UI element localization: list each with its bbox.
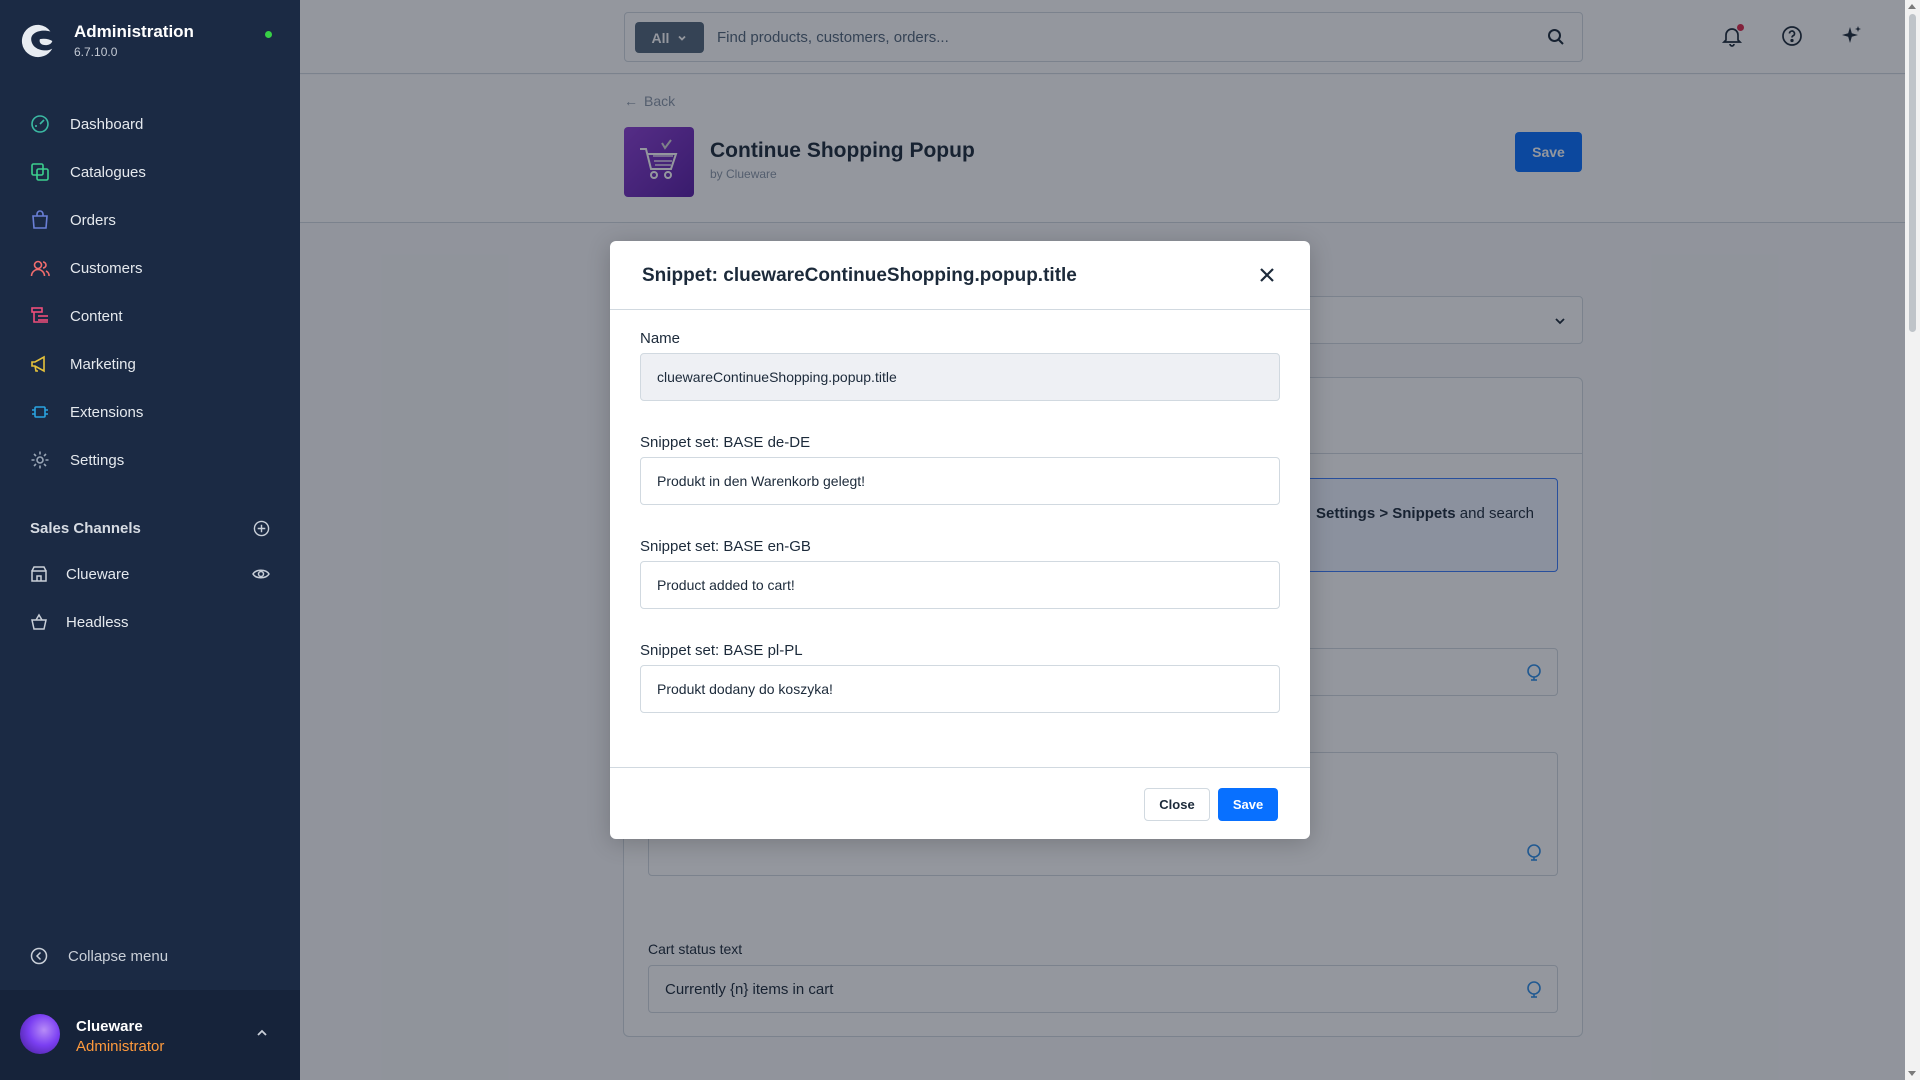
avatar — [20, 1014, 60, 1054]
sales-channels-title: Sales Channels — [30, 520, 141, 537]
sidebar-item-customers[interactable]: Customers — [0, 244, 300, 292]
name-label: Name — [640, 330, 681, 347]
eye-icon[interactable] — [252, 565, 270, 583]
close-icon[interactable] — [1258, 266, 1276, 284]
sidebar-item-dashboard[interactable]: Dashboard — [0, 100, 300, 148]
collapse-menu-button[interactable]: Collapse menu — [30, 947, 168, 965]
sidebar: Administration 6.7.10.0 Dashboard Catalo… — [0, 0, 300, 1080]
content-icon — [30, 306, 50, 326]
app-title: Administration — [74, 22, 194, 41]
user-name: Clueware — [76, 1018, 143, 1035]
scrollbar-thumb[interactable] — [1909, 14, 1916, 332]
catalogues-icon — [30, 162, 50, 182]
snippet-en-field[interactable] — [640, 561, 1280, 609]
scroll-down-arrow[interactable] — [1908, 1071, 1916, 1076]
collapse-menu-label: Collapse menu — [68, 947, 169, 965]
sales-channel-item-clueware[interactable]: Clueware — [0, 550, 300, 598]
add-sales-channel-icon[interactable] — [253, 520, 270, 537]
customers-icon — [30, 258, 50, 278]
modal-header: Snippet: cluewareContinueShopping.popup.… — [610, 241, 1310, 310]
sales-channel-item-headless[interactable]: Headless — [0, 598, 300, 646]
sidebar-item-catalogues[interactable]: Catalogues — [0, 148, 300, 196]
sidebar-item-content[interactable]: Content — [0, 292, 300, 340]
online-status-dot — [265, 31, 272, 38]
sidebar-item-label: Marketing — [70, 355, 136, 373]
settings-icon — [30, 450, 50, 470]
marketing-icon — [30, 354, 50, 374]
snippet-de-field[interactable] — [640, 457, 1280, 505]
cancel-button[interactable]: Close — [1144, 788, 1210, 821]
sales-channels-header: Sales Channels — [30, 520, 270, 537]
sidebar-item-label: Extensions — [70, 403, 144, 421]
sidebar-item-extensions[interactable]: Extensions — [0, 388, 300, 436]
snippet-en-label: Snippet set: BASE en-GB — [640, 538, 811, 555]
chevron-up-icon — [257, 1029, 267, 1036]
brand: Administration 6.7.10.0 — [20, 22, 194, 60]
user-menu[interactable]: Clueware Administrator — [0, 990, 300, 1080]
sidebar-item-label: Orders — [70, 211, 116, 229]
modal-save-button[interactable]: Save — [1218, 788, 1278, 821]
sales-channel-label: Headless — [66, 613, 129, 631]
sidebar-item-settings[interactable]: Settings — [0, 436, 300, 484]
collapse-icon — [30, 947, 48, 965]
sidebar-item-label: Customers — [70, 259, 143, 277]
sidebar-item-marketing[interactable]: Marketing — [0, 340, 300, 388]
app-version: 6.7.10.0 — [74, 45, 118, 59]
sidebar-item-label: Settings — [70, 451, 125, 469]
storefront-icon — [31, 566, 47, 582]
sales-channel-label: Clueware — [66, 565, 130, 583]
sidebar-item-label: Catalogues — [70, 163, 146, 181]
shopware-logo-icon — [21, 24, 53, 58]
snippet-pl-field[interactable] — [640, 665, 1280, 713]
scroll-up-arrow[interactable] — [1908, 4, 1916, 9]
snippet-de-label: Snippet set: BASE de-DE — [640, 434, 811, 451]
main-nav: Dashboard Catalogues Orders Customers Co… — [0, 100, 300, 484]
modal-footer: Close Save — [610, 767, 1310, 839]
name-field[interactable] — [640, 353, 1280, 401]
basket-icon — [31, 613, 47, 630]
dashboard-icon — [30, 114, 50, 134]
sales-channel-list: Clueware Headless — [0, 550, 300, 646]
orders-icon — [30, 210, 50, 230]
modal-title: Snippet: cluewareContinueShopping.popup.… — [642, 265, 1077, 286]
sidebar-item-label: Dashboard — [70, 115, 144, 133]
page-scrollbar[interactable] — [1905, 0, 1920, 1080]
extensions-icon — [30, 402, 50, 422]
snippet-pl-label: Snippet set: BASE pl-PL — [640, 642, 803, 659]
sidebar-item-orders[interactable]: Orders — [0, 196, 300, 244]
snippet-modal: Snippet: cluewareContinueShopping.popup.… — [610, 241, 1310, 839]
sidebar-item-label: Content — [70, 307, 123, 325]
user-role: Administrator — [76, 1038, 165, 1055]
